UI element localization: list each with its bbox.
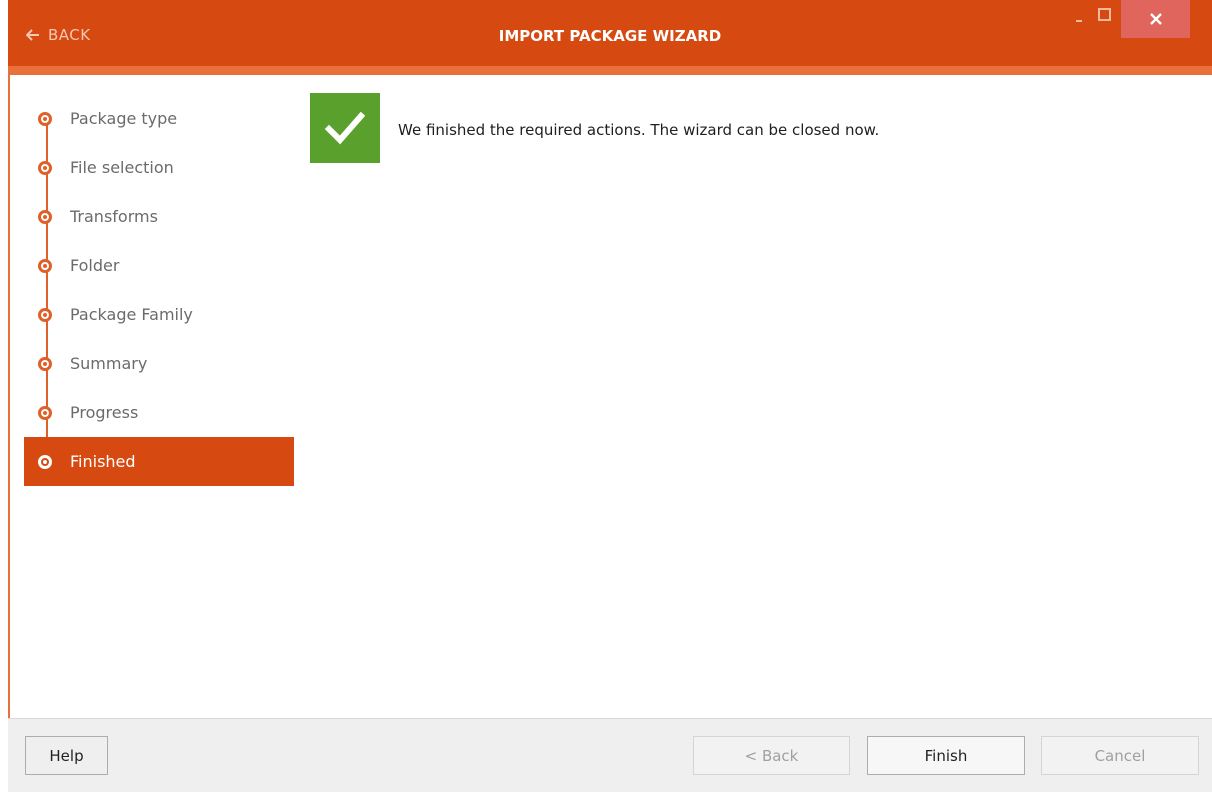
step-item[interactable]: Package type — [24, 94, 294, 143]
step-label: Summary — [70, 354, 148, 373]
step-label: Package Family — [70, 305, 193, 324]
step-item[interactable]: File selection — [24, 143, 294, 192]
step-marker-icon — [38, 209, 52, 224]
maximize-icon[interactable] — [1095, 6, 1115, 26]
wizard-window: BACK IMPORT PACKAGE WIZARD Package type F… — [8, 0, 1212, 792]
completion-message: We finished the required actions. The wi… — [398, 121, 880, 139]
step-label: Package type — [70, 109, 178, 128]
step-marker-icon — [38, 111, 52, 126]
step-label: File selection — [70, 158, 174, 177]
step-label: Transforms — [70, 207, 158, 226]
step-marker-icon — [38, 258, 52, 273]
step-label: Folder — [70, 256, 120, 275]
step-item[interactable]: Summary — [24, 339, 294, 388]
step-marker-icon — [38, 307, 52, 322]
step-item[interactable]: Transforms — [24, 192, 294, 241]
step-item[interactable]: Package Family — [24, 290, 294, 339]
title-bar-accent — [8, 66, 1212, 75]
minimize-icon[interactable] — [1072, 6, 1092, 26]
step-item[interactable]: Finished — [24, 437, 294, 486]
step-item[interactable]: Folder — [24, 241, 294, 290]
step-marker-icon — [38, 356, 52, 371]
step-marker-icon — [38, 405, 52, 420]
footer-bar: Help < Back Finish Cancel — [8, 718, 1212, 792]
checkmark-icon — [310, 93, 380, 163]
title-bar: BACK IMPORT PACKAGE WIZARD — [8, 0, 1212, 66]
step-item[interactable]: Progress — [24, 388, 294, 437]
step-list: Package type File selection Transforms Fold… — [24, 94, 294, 486]
back-button[interactable]: < Back — [693, 736, 850, 775]
step-label: Progress — [70, 403, 139, 422]
step-label: Finished — [70, 452, 136, 471]
help-button[interactable]: Help — [25, 736, 108, 775]
step-marker-icon — [38, 454, 52, 469]
finish-button[interactable]: Finish — [867, 736, 1025, 775]
cancel-button[interactable]: Cancel — [1041, 736, 1199, 775]
window-left-border — [8, 75, 10, 718]
close-icon[interactable] — [1121, 0, 1190, 38]
window-title: IMPORT PACKAGE WIZARD — [498, 27, 722, 45]
step-marker-icon — [38, 160, 52, 175]
